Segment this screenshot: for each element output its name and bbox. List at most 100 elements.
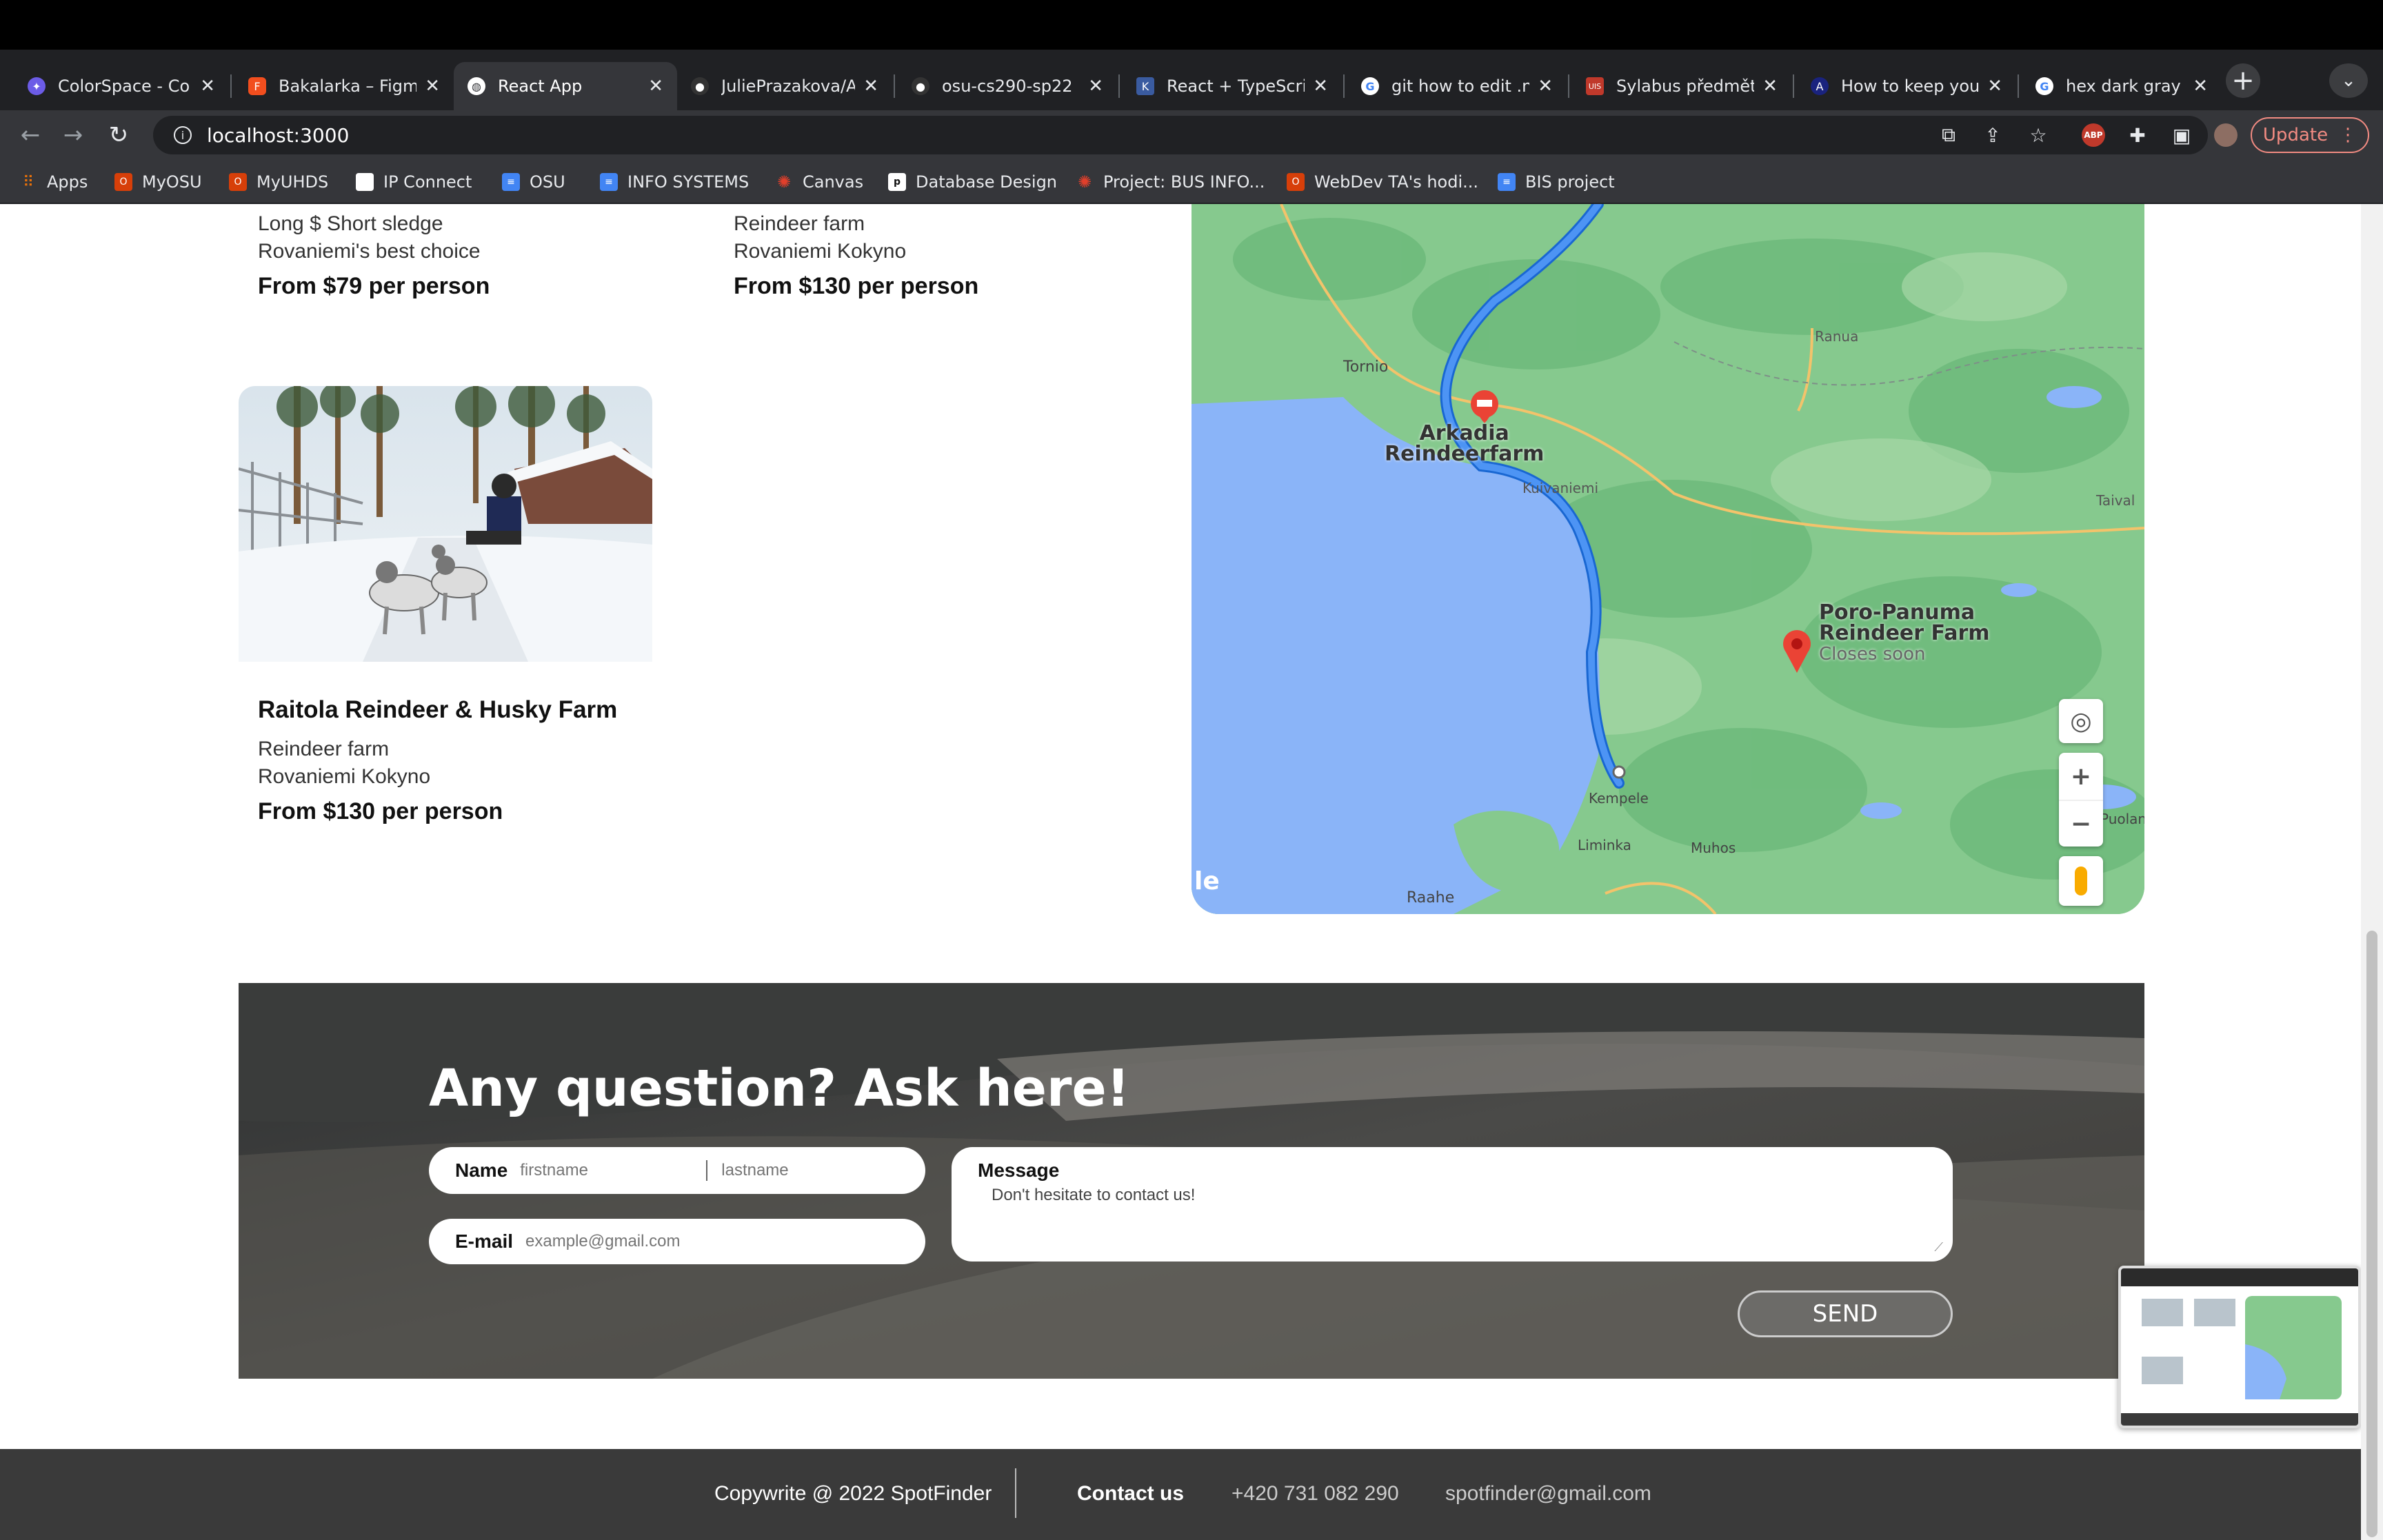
bookmark-ip-connect[interactable]: IP Connect bbox=[356, 170, 472, 194]
tab-search-button[interactable]: ⌄ bbox=[2329, 63, 2368, 98]
message-field[interactable]: Message Don't hesitate to contact us! ⟋ bbox=[952, 1147, 1953, 1262]
close-icon[interactable]: ✕ bbox=[1088, 76, 1103, 97]
map-label: Taival bbox=[2096, 492, 2135, 509]
translate-icon[interactable]: ⧉ bbox=[1935, 121, 1962, 149]
canvas-icon: ✺ bbox=[1077, 172, 1092, 192]
tab-git-edit[interactable]: G git how to edit .n ✕ bbox=[1347, 62, 1567, 110]
tab-separator bbox=[1343, 74, 1345, 98]
footer: Copywrite @ 2022 SpotFinder Contact us +… bbox=[0, 1449, 2361, 1540]
card-location: Rovaniemi Kokyno bbox=[734, 240, 907, 263]
email-field: E-mail bbox=[429, 1219, 925, 1264]
tab-react-app[interactable]: ◍ React App ✕ bbox=[454, 62, 677, 110]
close-icon[interactable]: ✕ bbox=[1538, 76, 1553, 97]
address-bar[interactable]: i localhost:3000 bbox=[153, 116, 2208, 154]
tab-how-to-keep[interactable]: A How to keep you ✕ bbox=[1797, 62, 2016, 110]
card-location: Rovaniemi Kokyno bbox=[258, 765, 431, 788]
bookmark-apps[interactable]: ⠿ Apps bbox=[19, 170, 88, 194]
firstname-input[interactable] bbox=[520, 1161, 707, 1180]
avatar[interactable] bbox=[2212, 121, 2240, 149]
close-icon[interactable]: ✕ bbox=[863, 76, 878, 97]
map-label: Ranua bbox=[1815, 328, 1859, 345]
zoom-in-icon[interactable]: + bbox=[2071, 753, 2091, 800]
reload-icon[interactable]: ↻ bbox=[103, 120, 134, 150]
tab-colorspace[interactable]: ✦ ColorSpace - Co ✕ bbox=[14, 62, 229, 110]
activity-card-reindeer[interactable]: Reindeer farm Rovaniemi Kokyno From $130… bbox=[734, 212, 978, 300]
contact-heading: Any question? Ask here! bbox=[429, 1059, 1130, 1118]
card-title: Raitola Reindeer & Husky Farm bbox=[258, 696, 618, 723]
bookmark-info-systems[interactable]: ≡ INFO SYSTEMS bbox=[600, 170, 749, 194]
activity-card-sledge[interactable]: Long $ Short sledge Rovaniemi's best cho… bbox=[258, 212, 490, 300]
bookmark-myosu[interactable]: O MyOSU bbox=[114, 170, 202, 194]
resize-handle-icon[interactable]: ⟋ bbox=[1934, 1240, 1943, 1255]
footer-divider bbox=[1015, 1468, 1016, 1518]
k-icon: K bbox=[1136, 77, 1154, 95]
apps-grid-icon: ⠿ bbox=[22, 173, 34, 191]
map-label: Muhos bbox=[1691, 840, 1736, 856]
google-logo: le bbox=[1194, 867, 1220, 895]
tab-strip: ✦ ColorSpace - Co ✕ F Bakalarka – Figm ✕… bbox=[0, 50, 2383, 110]
canvas-icon: ✺ bbox=[776, 172, 792, 192]
map-label: Kuivaniemi bbox=[1522, 480, 1599, 496]
uis-icon: UIS bbox=[1586, 77, 1604, 95]
lastname-input[interactable] bbox=[721, 1161, 860, 1180]
card-image[interactable] bbox=[239, 386, 652, 662]
close-icon[interactable]: ✕ bbox=[1313, 76, 1328, 97]
my-location-icon[interactable]: ◎ bbox=[2059, 699, 2103, 743]
zoom-out-icon[interactable]: − bbox=[2059, 800, 2103, 847]
tab-separator bbox=[1118, 74, 1120, 98]
browser-toolbar: ← → ↻ i localhost:3000 ⧉ ⇪ ☆ ABP ✚ ▣ Upd… bbox=[0, 110, 2383, 160]
bookmark-project-bus-info[interactable]: ✺ Project: BUS INFO... bbox=[1076, 170, 1265, 194]
map-place-poro-panuma[interactable]: Poro-Panuma Reindeer Farm Closes soon bbox=[1819, 602, 1990, 665]
close-icon[interactable]: ✕ bbox=[1762, 76, 1778, 97]
bookmark-database-design[interactable]: p Database Design bbox=[888, 170, 1057, 194]
page-content: Long $ Short sledge Rovaniemi's best cho… bbox=[0, 204, 2361, 1540]
pegman-icon[interactable] bbox=[2059, 856, 2103, 906]
extensions-icon[interactable]: ✚ bbox=[2124, 121, 2151, 149]
colorspace-icon: ✦ bbox=[28, 77, 46, 95]
card-price: From $130 per person bbox=[258, 798, 503, 824]
close-icon[interactable]: ✕ bbox=[200, 76, 215, 97]
tab-figma[interactable]: F Bakalarka – Figm ✕ bbox=[234, 62, 454, 110]
update-button[interactable]: Update ⋮ bbox=[2251, 117, 2369, 153]
back-arrow-icon[interactable]: ← bbox=[15, 120, 46, 150]
name-field: Name bbox=[429, 1147, 925, 1194]
send-button[interactable]: SEND bbox=[1738, 1290, 1953, 1337]
close-icon[interactable]: ✕ bbox=[1987, 76, 2002, 97]
footer-phone[interactable]: +420 731 082 290 bbox=[1231, 1482, 1399, 1506]
scrollbar-thumb[interactable] bbox=[2366, 931, 2377, 1537]
side-panel-icon[interactable]: ▣ bbox=[2168, 121, 2195, 149]
tab-separator bbox=[2018, 74, 2019, 98]
tab-github-osu[interactable]: ● osu-cs290-sp22 ✕ bbox=[898, 62, 1117, 110]
activity-card-raitola[interactable]: Raitola Reindeer & Husky Farm Reindeer f… bbox=[258, 696, 617, 825]
bookmark-osu[interactable]: ≡ OSU bbox=[502, 170, 565, 194]
forward-arrow-icon[interactable]: → bbox=[58, 120, 88, 150]
page-preview-thumbnail[interactable] bbox=[2118, 1266, 2361, 1428]
message-label: Message bbox=[978, 1159, 1060, 1181]
bookmark-canvas[interactable]: ✺ Canvas bbox=[775, 170, 863, 194]
close-icon[interactable]: ✕ bbox=[425, 76, 440, 97]
bookmark-webdev-ta[interactable]: O WebDev TA's hodi... bbox=[1287, 170, 1478, 194]
map-place-arkadia[interactable]: Arkadia Reindeerfarm bbox=[1385, 423, 1544, 465]
footer-email[interactable]: spotfinder@gmail.com bbox=[1445, 1482, 1651, 1506]
info-icon[interactable]: i bbox=[174, 126, 192, 144]
tab-react-typescript[interactable]: K React + TypeScri ✕ bbox=[1123, 62, 1342, 110]
map-view[interactable]: Tornio Ranua Arkadia Reindeerfarm Kuivan… bbox=[1192, 204, 2144, 914]
footer-contact-label: Contact us bbox=[1077, 1482, 1185, 1505]
close-icon[interactable]: ✕ bbox=[2193, 76, 2208, 97]
footer-copyright: Copywrite @ 2022 SpotFinder bbox=[714, 1482, 992, 1505]
card-price: From $79 per person bbox=[258, 273, 490, 299]
figma-icon: F bbox=[248, 77, 266, 95]
tab-sylabus[interactable]: UIS Sylabus předmět ✕ bbox=[1572, 62, 1791, 110]
bookmarks-bar: ⠿ Apps O MyOSU O MyUHDS IP Connect ≡ OSU… bbox=[0, 160, 2383, 204]
email-input[interactable] bbox=[525, 1232, 871, 1251]
tab-hex-dark-gray[interactable]: G hex dark gray – ✕ bbox=[2022, 62, 2222, 110]
adblock-icon[interactable]: ABP bbox=[2080, 121, 2107, 149]
tab-github-julie[interactable]: ● JuliePrazakova/A ✕ bbox=[677, 62, 892, 110]
bookmark-myuhds[interactable]: O MyUHDS bbox=[229, 170, 328, 194]
tab-separator bbox=[1568, 74, 1569, 98]
star-icon[interactable]: ☆ bbox=[2024, 121, 2052, 149]
close-icon[interactable]: ✕ bbox=[648, 76, 663, 97]
bookmark-bis-project[interactable]: ≡ BIS project bbox=[1498, 170, 1615, 194]
new-tab-button[interactable]: + bbox=[2226, 63, 2260, 98]
share-icon[interactable]: ⇪ bbox=[1979, 121, 2007, 149]
